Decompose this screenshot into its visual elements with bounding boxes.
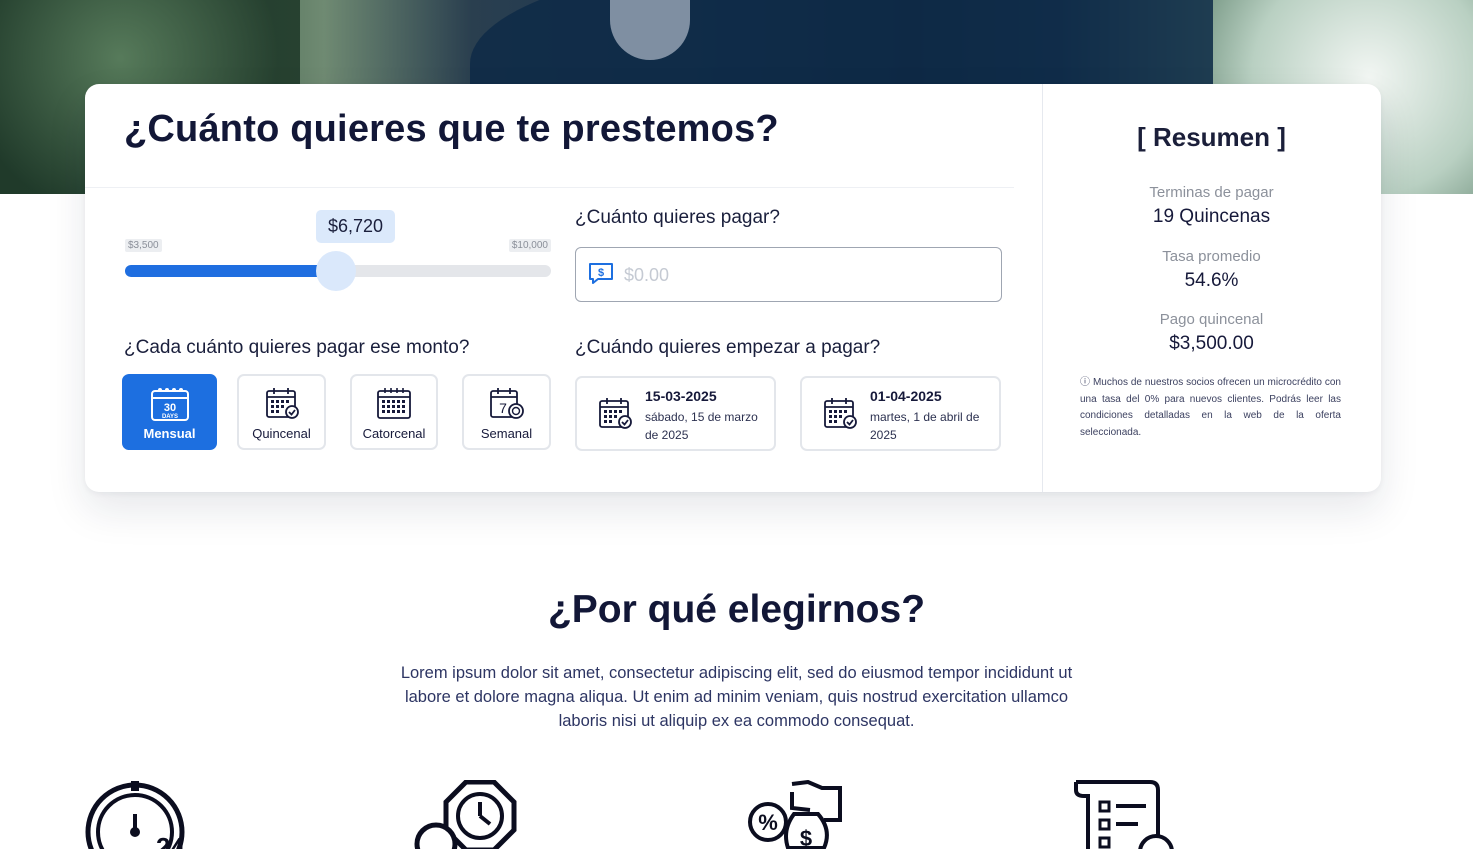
title-divider: [85, 187, 1014, 188]
start-date-long: martes, 1 de abril de 2025: [870, 410, 980, 442]
why-us-description: Lorem ipsum dolor sit amet, consectetur …: [400, 664, 1073, 730]
slider-thumb[interactable]: [316, 251, 356, 291]
start-date-option-2[interactable]: 01-04-2025 martes, 1 de abril de 2025: [800, 376, 1001, 451]
payment-amount-field[interactable]: $: [575, 247, 1002, 302]
frequency-option-label: Catorcenal: [362, 426, 426, 441]
summary-rate-value: 54.6%: [1184, 270, 1239, 291]
frequency-option-label: Quincenal: [252, 426, 311, 441]
summary-note: ⓘ Muchos de nuestros socios ofrecen un m…: [1080, 377, 1341, 438]
clock-24-hours-icon: 24: [84, 780, 188, 854]
summary-title: [ Resumen ]: [1137, 122, 1286, 152]
svg-text:24: 24: [156, 832, 185, 849]
frequency-label: ¿Cada cuánto quieres pagar ese monto?: [124, 337, 470, 358]
frequency-option-catorcenal[interactable]: Catorcenal: [350, 374, 438, 450]
slider-max-label: $10,000: [508, 239, 551, 252]
frequency-option-semanal[interactable]: 7 Semanal: [462, 374, 551, 450]
svg-text:30: 30: [163, 402, 175, 414]
frequency-option-label: Mensual: [143, 426, 196, 441]
payment-amount-label: ¿Cuánto quieres pagar?: [575, 207, 780, 228]
checklist-document-icon: [1074, 780, 1174, 854]
start-date-short: 15-03-2025: [645, 388, 717, 404]
money-chat-icon: $: [588, 262, 614, 291]
slider-value-bubble: $6,720: [316, 210, 395, 243]
summary-payment-value: $3,500.00: [1169, 333, 1254, 354]
calendar-grid-icon: [376, 386, 412, 425]
calendar-check-icon: [822, 396, 858, 435]
calculator-title: ¿Cuánto quieres que te prestemos?: [124, 108, 779, 150]
slider-min-label: $3,500: [125, 239, 162, 252]
amount-slider[interactable]: $6,720 $3,500 $10,000: [125, 210, 551, 300]
summary-payment-label: Pago quincenal: [1159, 311, 1264, 328]
why-us-title: ¿Por qué elegirnos?: [547, 588, 926, 631]
calendar-check-icon: [264, 386, 300, 425]
start-date-long: sábado, 15 de marzo de 2025: [645, 410, 758, 442]
slider-fill: [125, 265, 336, 277]
start-date-option-1[interactable]: 15-03-2025 sábado, 15 de marzo de 2025: [575, 376, 776, 451]
svg-text:$: $: [800, 826, 812, 849]
payment-amount-input[interactable]: [624, 258, 984, 292]
start-date-label: ¿Cuándo quieres empezar a pagar?: [575, 337, 881, 358]
calendar-check-icon: [597, 396, 633, 435]
calendar-7-icon: 7: [489, 386, 525, 425]
time-badge-icon: [414, 779, 518, 854]
frequency-option-label: Semanal: [480, 426, 533, 441]
summary-term-value: 19 Quincenas: [1152, 206, 1271, 227]
svg-text:%: %: [758, 810, 778, 835]
svg-text:DAYS: DAYS: [161, 414, 177, 420]
calendar-30-days-icon: 30 DAYS: [150, 386, 190, 427]
money-bag-percent-icon: % $: [748, 779, 844, 854]
start-date-short: 01-04-2025: [870, 388, 942, 404]
loan-calculator-card: ¿Cuánto quieres que te prestemos? $6,720…: [85, 84, 1381, 492]
calculator-panel: ¿Cuánto quieres que te prestemos? $6,720…: [85, 84, 1014, 492]
frequency-option-mensual[interactable]: 30 DAYS Mensual: [122, 374, 217, 450]
svg-text:$: $: [598, 267, 604, 279]
summary-rate-label: Tasa promedio: [1162, 248, 1261, 265]
svg-text:7: 7: [499, 400, 507, 416]
frequency-option-quincenal[interactable]: Quincenal: [237, 374, 326, 450]
summary-term-label: Terminas de pagar: [1149, 184, 1274, 201]
